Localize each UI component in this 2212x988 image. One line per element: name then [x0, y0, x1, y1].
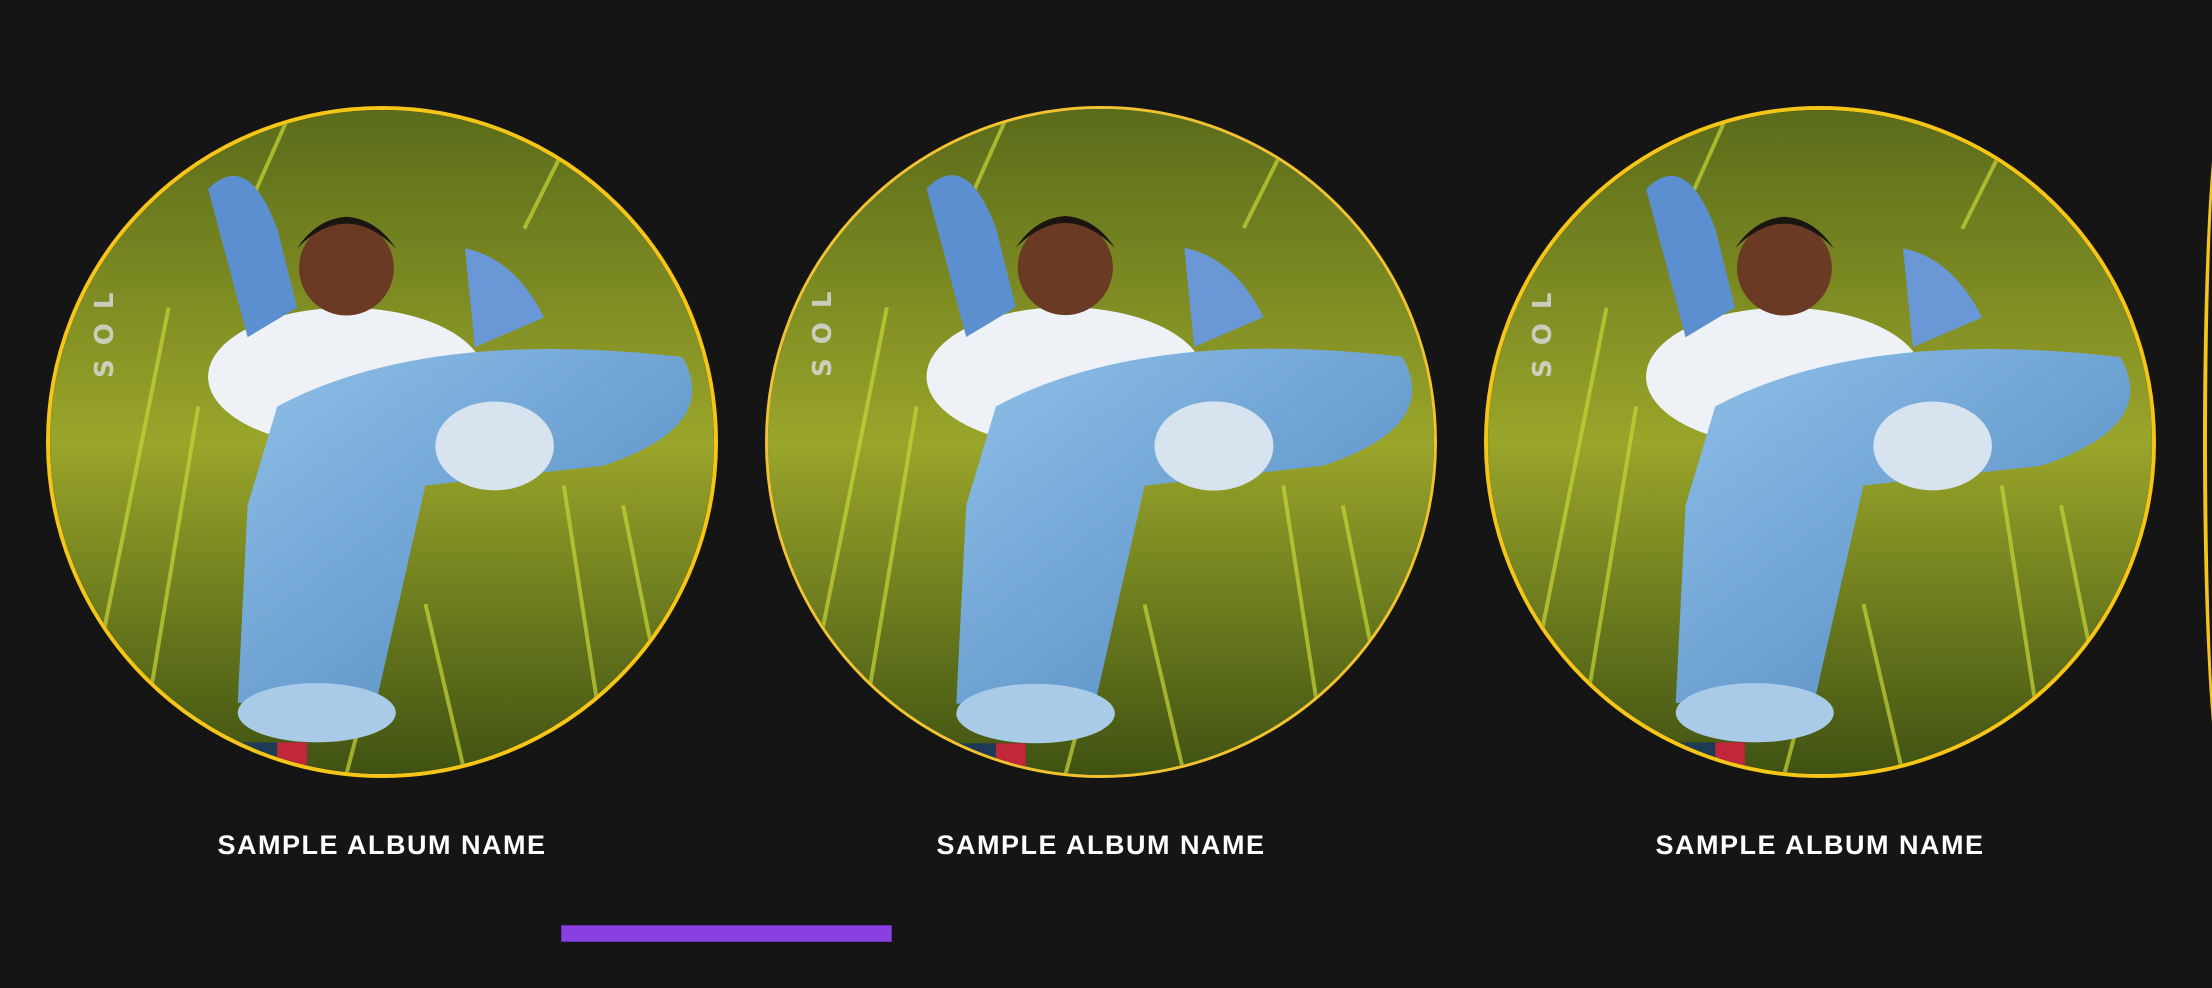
album-cover[interactable]: SOL	[46, 106, 718, 778]
album-cover-image	[768, 109, 1434, 775]
album-cover[interactable]: SOL	[1484, 106, 2156, 778]
album-cover[interactable]: SOL	[765, 106, 1437, 778]
album-cover-text: SOL	[1528, 278, 1558, 378]
album-cover-text: SOL	[808, 277, 838, 377]
album-card[interactable]: SOL SAMPLE ALBUM NAME	[46, 106, 718, 861]
carousel-scroll-progress[interactable]	[561, 925, 892, 942]
album-card[interactable]: SOL SAMPLE ALBUM NAME	[765, 106, 1437, 861]
next-album-peek[interactable]	[2203, 106, 2212, 778]
album-name[interactable]: SAMPLE ALBUM NAME	[765, 830, 1437, 861]
album-card[interactable]: SOL SAMPLE ALBUM NAME	[1484, 106, 2156, 861]
album-name[interactable]: SAMPLE ALBUM NAME	[46, 830, 718, 861]
album-cover-image	[50, 110, 714, 774]
album-cover-text: SOL	[90, 278, 120, 378]
album-name[interactable]: SAMPLE ALBUM NAME	[1484, 830, 2156, 861]
carousel-scroll-progress-fill	[561, 925, 892, 942]
album-cover-image	[1488, 110, 2152, 774]
album-carousel[interactable]: SOL SAMPLE ALBUM NAME SOL SAMPLE ALBUM N…	[0, 0, 2212, 988]
